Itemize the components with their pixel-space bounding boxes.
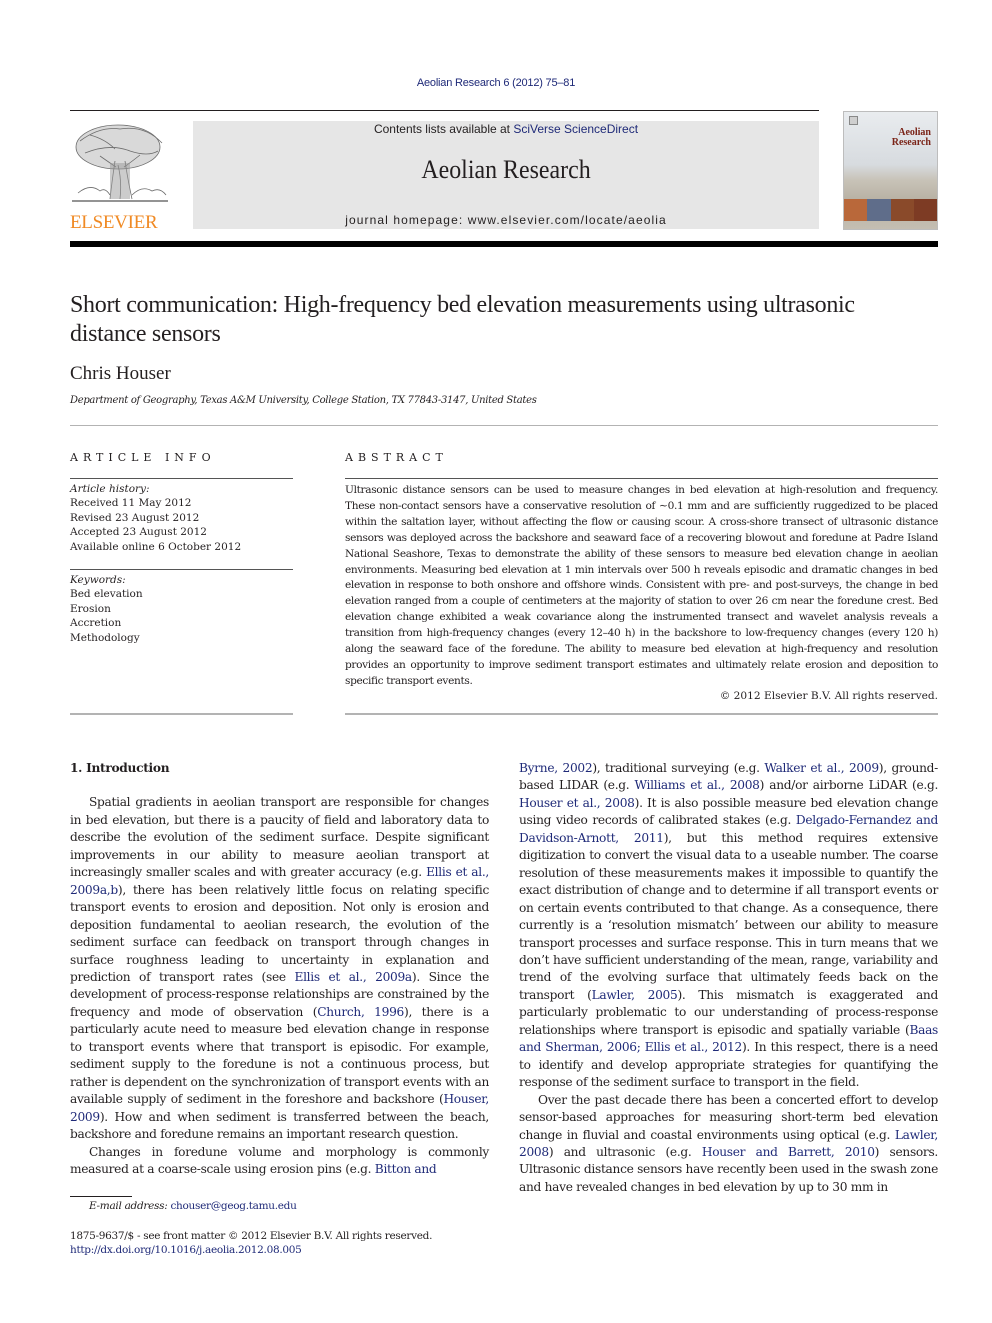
history-online: Available online 6 October 2012 [70,540,242,553]
keyword-item: Methodology [70,631,140,644]
article-title: Short communication: High-frequency bed … [70,292,855,347]
body-text: ), there has been relatively little focu… [70,882,489,984]
header-rule [70,110,819,111]
intro-paragraph-3: Over the past decade there has been a co… [519,1092,938,1197]
history-accepted: Accepted 23 August 2012 [70,526,207,539]
body-text: ), but this method requires extensive di… [519,830,938,1002]
author-name[interactable]: Chris Houser [70,363,171,385]
author-email-footnote: E-mail address: chouser@geog.tamu.edu [89,1200,297,1212]
citation-link[interactable]: Bitton and [375,1162,437,1176]
issn-copyright-line: 1875-9637/$ - see front matter © 2012 El… [70,1230,433,1242]
section-heading-introduction: 1. Introduction [70,761,170,775]
citation-link[interactable]: Houser et al., 2008 [519,796,635,810]
body-text: ). How and when sediment is transferred … [70,1109,489,1142]
journal-title: Aeolian Research [421,155,591,184]
keyword-item: Bed elevation [70,588,143,601]
citation-link[interactable]: Williams et al., 2008 [635,778,760,792]
masthead-thick-rule [70,241,938,247]
journal-reference[interactable]: Aeolian Research 6 (2012) 75–81 [0,77,992,89]
author-email-link[interactable]: chouser@geog.tamu.edu [170,1200,296,1212]
history-received: Received 11 May 2012 [70,497,192,510]
footnote-rule [70,1196,132,1197]
citation-link[interactable]: Lawler, 2005 [592,988,678,1002]
cover-title-line2: Research [891,137,931,148]
cover-photo-strip [844,199,937,221]
journal-cover-thumbnail[interactable]: Aeolian Research [843,111,938,230]
keywords-rule [70,569,293,570]
citation-link[interactable]: Ellis et al., 2009a [294,970,412,984]
intro-paragraph-1: Spatial gradients in aeolian transport a… [70,794,489,1143]
abstract-rule [345,478,938,479]
journal-reference-link[interactable]: Aeolian Research 6 (2012) 75–81 [417,77,576,89]
journal-masthead: Contents lists available at SciVerse Sci… [193,121,819,229]
abstract-bottom-rule [345,713,938,715]
abstract-heading: ABSTRACT [345,451,448,464]
article-info-bottom-rule [70,713,293,715]
citation-link[interactable]: Byrne, 2002 [519,761,593,775]
body-column-right: Byrne, 2002), traditional surveying (e.g… [519,760,938,1196]
intro-paragraph-2-start: Changes in foredune volume and morpholog… [70,1144,489,1179]
body-text: Over the past decade there has been a co… [519,1092,938,1142]
keyword-item: Accretion [70,617,122,630]
citation-link[interactable]: Walker et al., 2009 [764,761,879,775]
email-label: E-mail address: [89,1200,171,1212]
intro-paragraph-2-continued: Byrne, 2002), traditional surveying (e.g… [519,760,938,1092]
article-info-heading: ARTICLE INFO [70,451,216,464]
abstract-text: Ultrasonic distance sensors can be used … [345,484,938,687]
journal-homepage[interactable]: journal homepage: www.elsevier.com/locat… [193,213,819,227]
elsevier-tree-icon [70,121,170,205]
sciencedirect-link[interactable]: SciVerse ScienceDirect [513,122,638,136]
body-text: ) and/or airborne LiDAR (e.g. [759,778,939,793]
elsevier-wordmark: ELSEVIER [70,212,158,233]
body-text: ) and ultrasonic (e.g. [548,1144,702,1159]
cover-publisher-badge-icon [849,116,858,125]
article-info-rule [70,478,293,479]
body-text: ), there is a particularly acute need to… [70,1004,489,1107]
keyword-item: Erosion [70,602,111,615]
affiliation-rule [70,425,938,426]
author-affiliation: Department of Geography, Texas A&M Unive… [70,395,537,406]
abstract-copyright: © 2012 Elsevier B.V. All rights reserved… [719,690,938,702]
article-history-label: Article history: [70,483,150,495]
contents-prefix: Contents lists available at [373,122,514,136]
keywords-label: Keywords: [70,574,126,586]
history-revised: Revised 23 August 2012 [70,511,200,524]
citation-link[interactable]: Houser and Barrett, 2010 [702,1145,875,1159]
article-history: Article history: Received 11 May 2012 Re… [70,482,293,554]
cover-title: Aeolian Research [892,128,931,148]
body-text: ), traditional surveying (e.g. [592,761,765,775]
citation-link[interactable]: Church, 1996 [317,1005,404,1019]
doi-link[interactable]: http://dx.doi.org/10.1016/j.aeolia.2012.… [70,1244,302,1256]
keywords-list: Keywords: Bed elevation Erosion Accretio… [70,573,293,645]
body-column-left: 1. Introduction Spatial gradients in aeo… [70,760,489,1178]
contents-line: Contents lists available at SciVerse Sci… [193,122,819,136]
elsevier-logo[interactable]: ELSEVIER [70,121,170,233]
